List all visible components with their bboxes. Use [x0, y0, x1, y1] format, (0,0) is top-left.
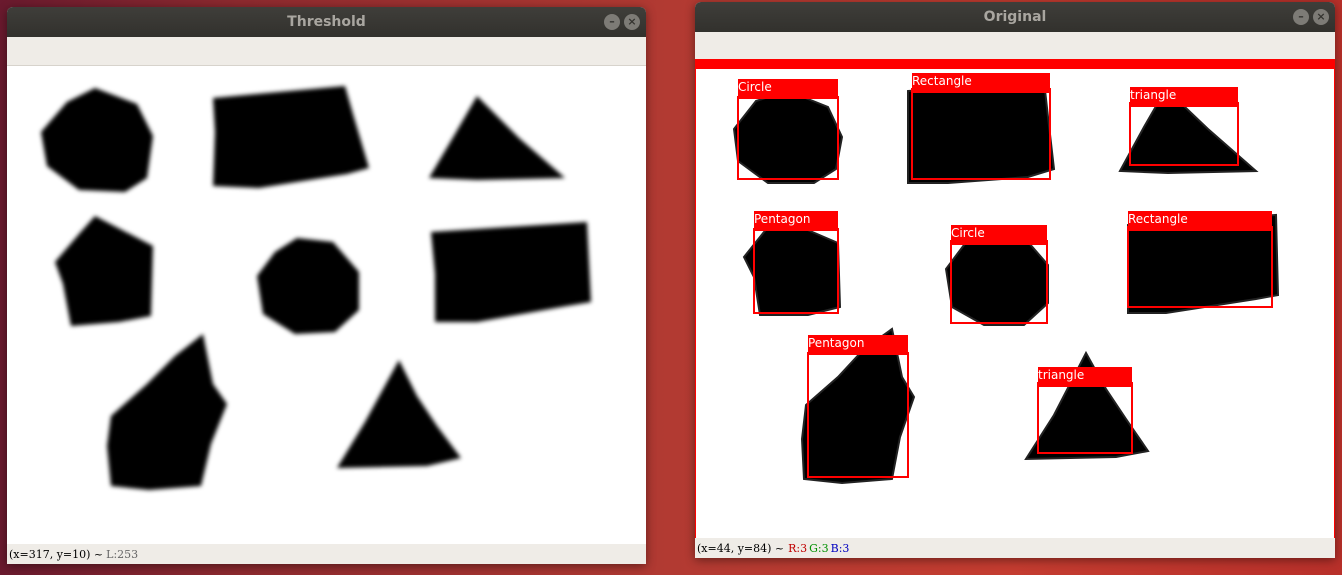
original-shapes: Circle Rectangle triangle Pentagon Circl… [696, 59, 1335, 485]
threshold-statusbar: (x=317, y=10) ~ L:253 [7, 544, 646, 564]
label-pentagon-1: Pentagon [754, 212, 810, 226]
shape-pentagon-1 [742, 217, 842, 316]
shape-circle-1 [732, 89, 844, 184]
threshold-coords: (x=317, y=10) ~ [9, 547, 104, 561]
top-edge-box [696, 59, 1335, 69]
original-window: Original – × Circle Rectangle triangle P… [695, 2, 1335, 558]
minimize-icon[interactable]: – [1293, 9, 1309, 25]
blob-pentagon-2 [107, 334, 227, 490]
label-triangle-2: triangle [1038, 368, 1084, 382]
original-coords: (x=44, y=84) ~ [697, 541, 785, 555]
threshold-title: Threshold [287, 14, 366, 30]
label-triangle-1: triangle [1130, 88, 1176, 102]
threshold-toolbar [7, 37, 646, 66]
blob-circle-1 [41, 88, 153, 192]
original-image[interactable]: Circle Rectangle triangle Pentagon Circl… [695, 59, 1335, 539]
blob-rectangle-1 [213, 86, 369, 188]
blob-rectangle-2 [431, 222, 591, 322]
threshold-luminance: L:253 [106, 547, 139, 561]
original-title: Original [983, 9, 1047, 25]
blob-triangle-2 [337, 360, 461, 468]
status-blue: B:3 [830, 541, 850, 555]
label-circle-2: Circle [951, 226, 985, 240]
threshold-shapes [41, 86, 591, 490]
label-rectangle-2: Rectangle [1128, 212, 1188, 226]
blob-circle-2 [257, 238, 359, 334]
threshold-image[interactable] [7, 66, 646, 544]
label-pentagon-2: Pentagon [808, 336, 864, 350]
blob-pentagon-1 [55, 216, 153, 326]
label-rectangle-1: Rectangle [912, 74, 972, 88]
original-toolbar [695, 32, 1335, 61]
status-green: G:3 [809, 541, 829, 555]
minimize-icon[interactable]: – [604, 14, 620, 30]
shape-rectangle-1 [907, 79, 1056, 184]
original-statusbar: (x=44, y=84) ~ R:3 G:3 B:3 [695, 538, 1335, 558]
blob-triangle-1 [429, 96, 565, 180]
threshold-titlebar[interactable]: Threshold – × [7, 7, 646, 37]
label-circle-1: Circle [738, 80, 772, 94]
close-icon[interactable]: × [624, 14, 640, 30]
status-red: R:3 [788, 541, 808, 555]
close-icon[interactable]: × [1313, 9, 1329, 25]
original-titlebar[interactable]: Original – × [695, 2, 1335, 32]
threshold-window: Threshold – × (x=317, y=10) ~ L:253 [7, 7, 646, 564]
